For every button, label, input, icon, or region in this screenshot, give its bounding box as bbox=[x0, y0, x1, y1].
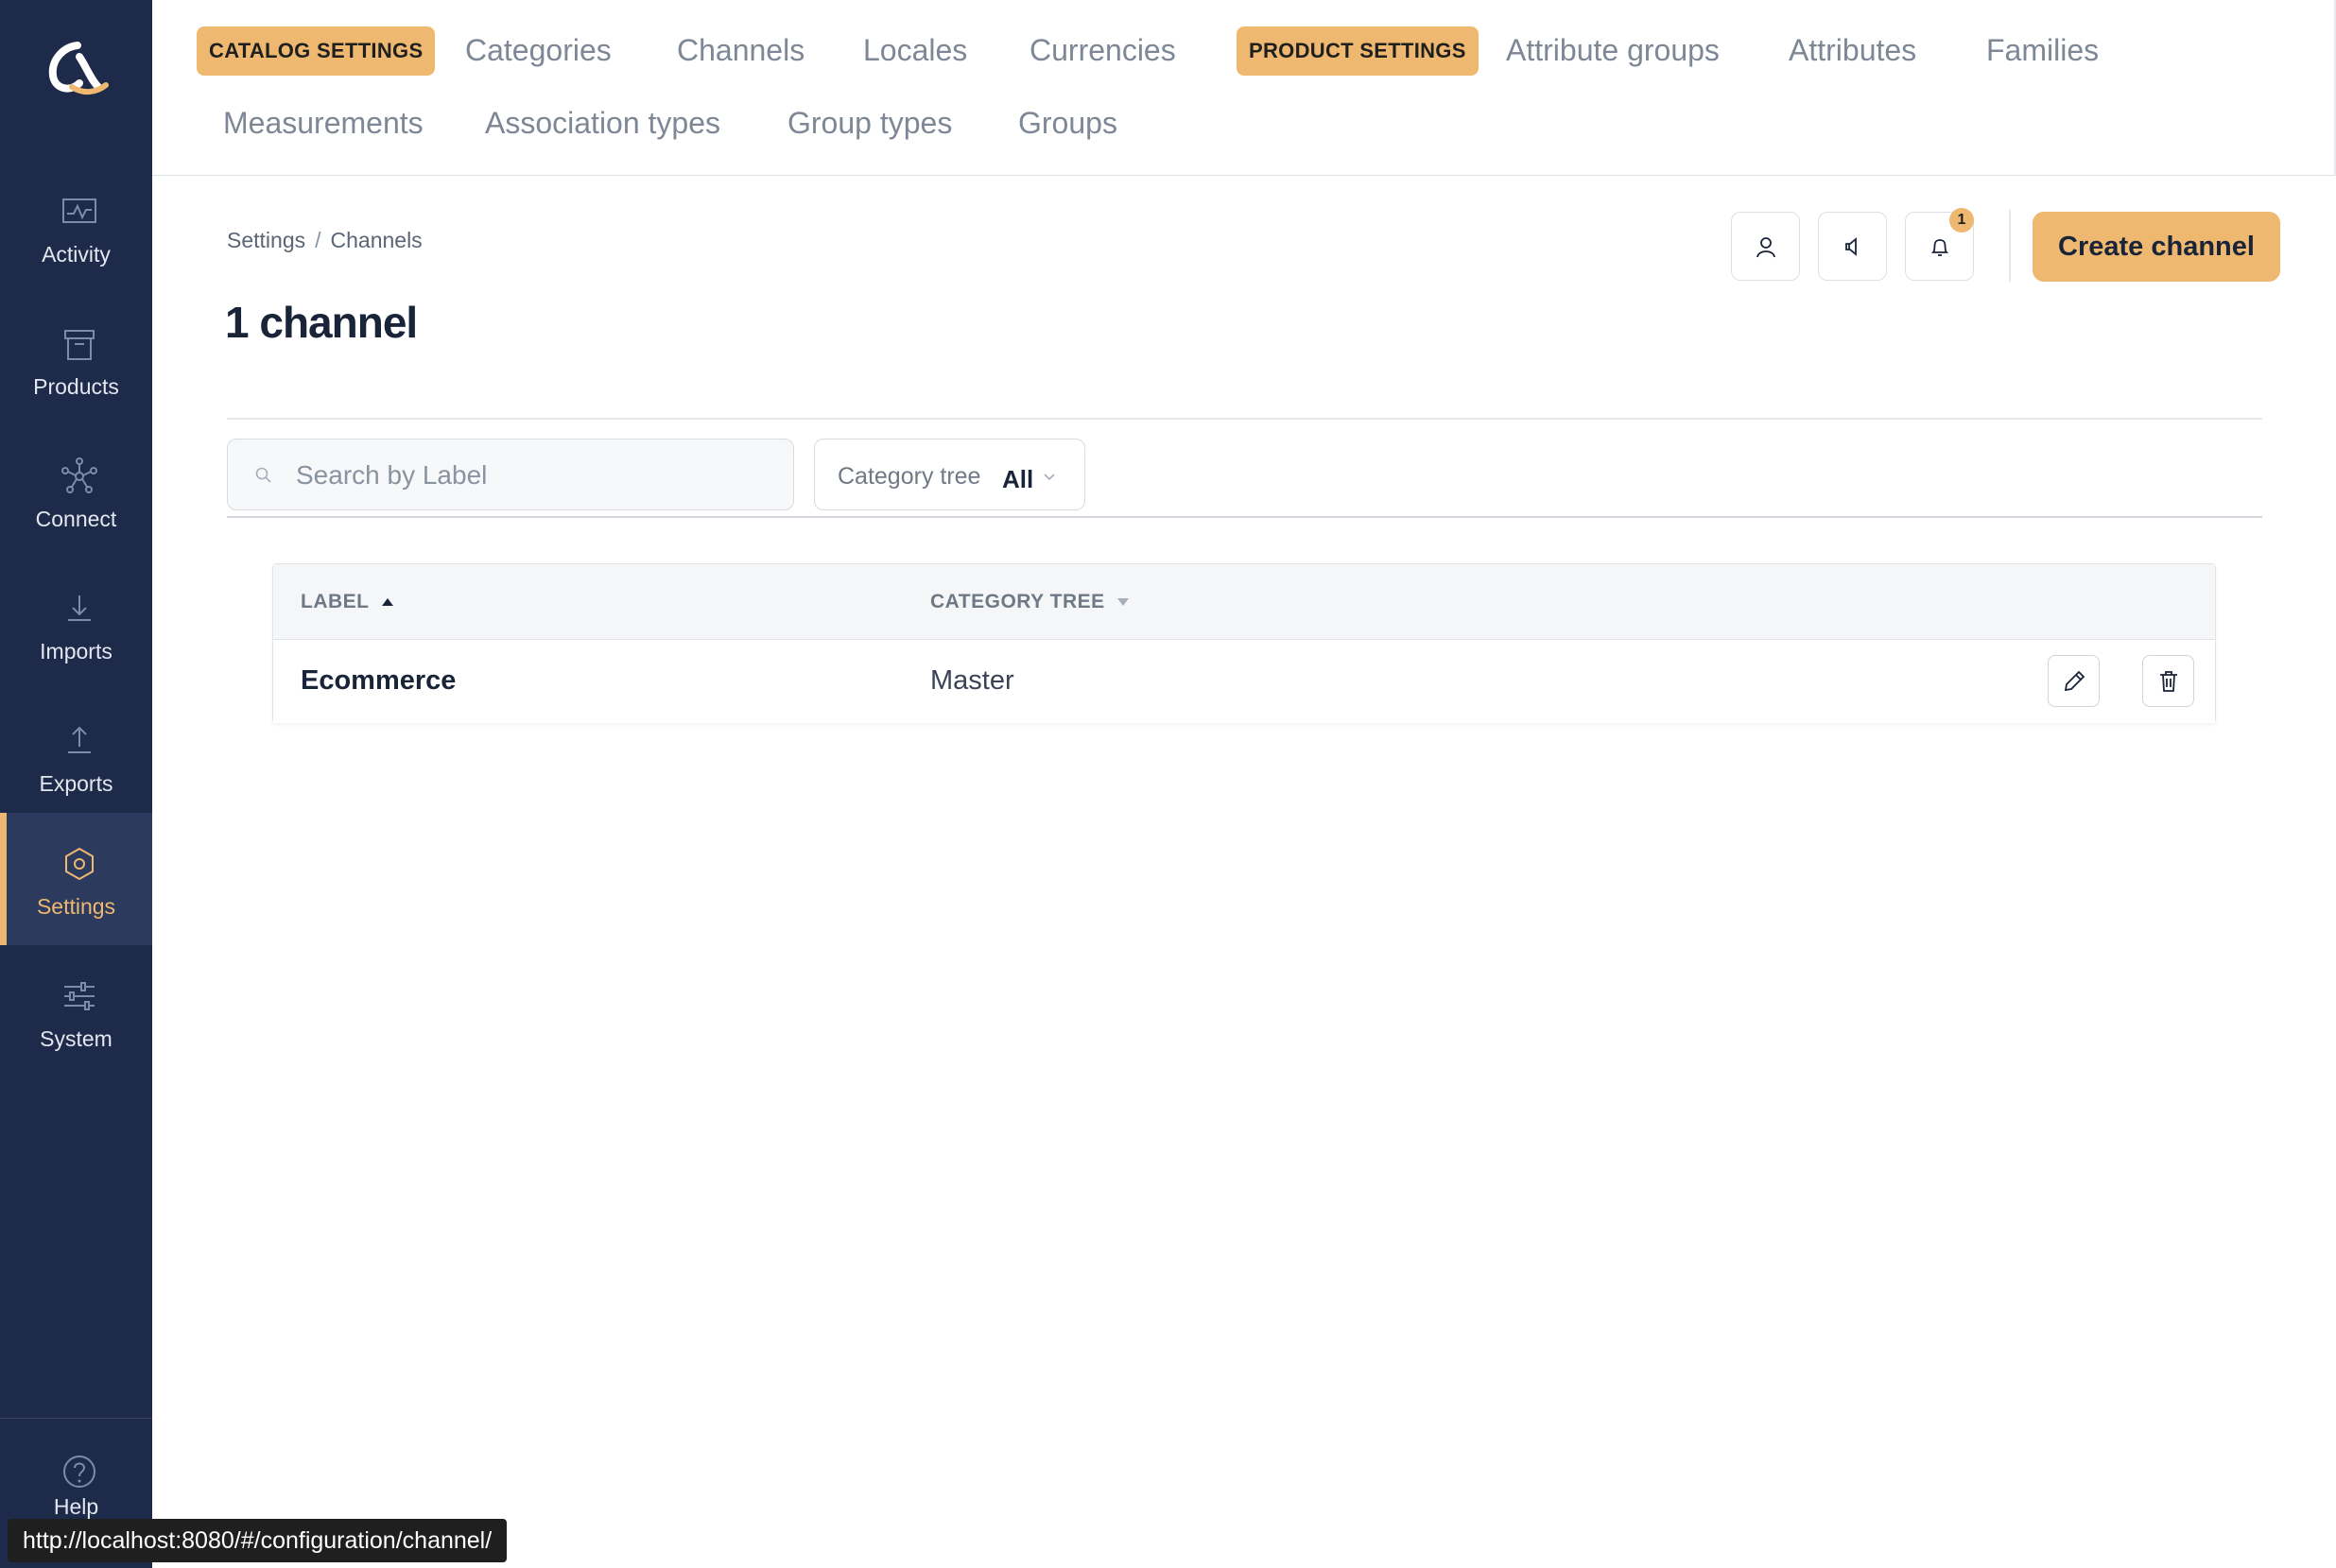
filter-value: All bbox=[1002, 465, 1034, 493]
tab-association-types[interactable]: Association types bbox=[485, 106, 720, 141]
tab-channels[interactable]: Channels bbox=[677, 33, 805, 68]
search-box[interactable] bbox=[227, 439, 794, 510]
delete-button[interactable] bbox=[2142, 655, 2194, 707]
catalog-settings-pill: CATALOG SETTINGS bbox=[197, 26, 436, 76]
table-row[interactable]: Ecommerce Master bbox=[273, 640, 2215, 723]
filter-label: Category tree bbox=[838, 463, 981, 490]
search-icon bbox=[255, 467, 271, 483]
edit-button[interactable] bbox=[2048, 655, 2100, 707]
chevron-down-icon bbox=[1044, 474, 1055, 481]
sidebar-item-activity[interactable]: Activity bbox=[0, 161, 152, 293]
sidebar-item-products[interactable]: Products bbox=[0, 293, 152, 425]
breadcrumb-separator: / bbox=[315, 228, 321, 252]
tab-locales[interactable]: Locales bbox=[863, 33, 967, 68]
products-icon bbox=[64, 330, 95, 360]
status-bar-url: http://localhost:8080/#/configuration/ch… bbox=[8, 1519, 508, 1562]
breadcrumb-channels[interactable]: Channels bbox=[331, 228, 423, 252]
sidebar-item-settings[interactable]: Settings bbox=[0, 813, 152, 945]
system-icon bbox=[64, 982, 95, 1010]
settings-icon bbox=[65, 847, 94, 881]
sidebar-item-label: Imports bbox=[40, 639, 112, 663]
exports-icon bbox=[68, 726, 91, 753]
settings-top-nav: CATALOG SETTINGS Categories Channels Loc… bbox=[152, 0, 2336, 176]
divider bbox=[227, 516, 2262, 518]
channels-table: LABEL CATEGORY TREE Ecommerce Master bbox=[272, 563, 2216, 723]
activity-icon bbox=[62, 198, 96, 223]
column-header-label-text: LABEL bbox=[301, 591, 370, 612]
breadcrumb-settings[interactable]: Settings bbox=[227, 228, 305, 252]
column-header-category-tree[interactable]: CATEGORY TREE bbox=[930, 591, 1130, 613]
create-channel-button[interactable]: Create channel bbox=[2033, 212, 2280, 282]
tab-measurements[interactable]: Measurements bbox=[223, 106, 424, 141]
tab-groups[interactable]: Groups bbox=[1018, 106, 1117, 141]
trash-icon bbox=[2160, 671, 2177, 692]
column-header-label[interactable]: LABEL bbox=[301, 591, 394, 613]
sidebar-item-label: Products bbox=[33, 374, 119, 399]
sidebar-item-label: Settings bbox=[36, 894, 116, 919]
megaphone-icon bbox=[1845, 237, 1857, 256]
divider bbox=[227, 418, 2262, 420]
tab-families[interactable]: Families bbox=[1986, 33, 2099, 68]
akeneo-logo[interactable] bbox=[43, 40, 110, 98]
notification-count-badge: 1 bbox=[1949, 208, 1974, 233]
column-header-category-tree-text: CATEGORY TREE bbox=[930, 591, 1105, 612]
product-settings-pill: PRODUCT SETTINGS bbox=[1237, 26, 1479, 76]
sort-descending-icon bbox=[1116, 598, 1129, 607]
sidebar-item-connect[interactable]: Connect bbox=[0, 425, 152, 558]
cell-label: Ecommerce bbox=[301, 665, 457, 696]
breadcrumb: Settings / Channels bbox=[227, 228, 423, 253]
sidebar-item-label: Connect bbox=[35, 507, 117, 531]
user-menu-button[interactable] bbox=[1731, 212, 1800, 281]
category-tree-filter[interactable]: Category tree All bbox=[814, 439, 1085, 510]
tab-categories[interactable]: Categories bbox=[465, 33, 612, 68]
tab-group-types[interactable]: Group types bbox=[787, 106, 952, 141]
bell-icon bbox=[1930, 239, 1949, 256]
page-title: 1 channel bbox=[225, 298, 418, 347]
imports-icon bbox=[68, 595, 91, 621]
sidebar: Activity Products Connect Imports Export… bbox=[0, 0, 152, 1568]
tab-attributes[interactable]: Attributes bbox=[1789, 33, 1916, 68]
sidebar-item-system[interactable]: System bbox=[0, 945, 152, 1077]
tab-attribute-groups[interactable]: Attribute groups bbox=[1506, 33, 1720, 68]
help-icon bbox=[63, 1456, 95, 1488]
help-label: Help bbox=[53, 1494, 99, 1519]
table-header: LABEL CATEGORY TREE bbox=[273, 564, 2215, 640]
sidebar-item-label: System bbox=[40, 1026, 112, 1051]
connect-icon bbox=[61, 457, 97, 493]
user-icon bbox=[1756, 237, 1775, 258]
sidebar-item-label: Activity bbox=[42, 242, 111, 267]
pencil-icon bbox=[2064, 670, 2085, 692]
cell-category-tree: Master bbox=[930, 665, 1014, 696]
sidebar-item-label: Exports bbox=[39, 771, 113, 796]
sidebar-item-imports[interactable]: Imports bbox=[0, 558, 152, 690]
header-divider bbox=[2009, 210, 2011, 282]
sidebar-item-exports[interactable]: Exports bbox=[0, 690, 152, 822]
tab-currencies[interactable]: Currencies bbox=[1030, 33, 1176, 68]
announcements-button[interactable] bbox=[1818, 212, 1887, 281]
search-input[interactable] bbox=[296, 453, 769, 498]
sort-ascending-icon bbox=[381, 598, 393, 607]
